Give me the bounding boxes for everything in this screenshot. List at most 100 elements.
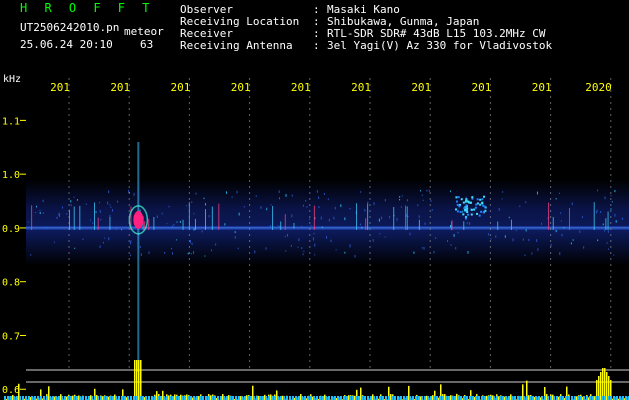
hist-base-bar bbox=[232, 396, 234, 400]
trace-mark bbox=[79, 205, 81, 230]
hist-base-bar bbox=[493, 396, 495, 400]
noise-speck bbox=[293, 222, 295, 226]
hist-base-bar bbox=[49, 396, 51, 400]
noise-speck bbox=[111, 209, 113, 212]
noise-speck bbox=[74, 247, 76, 249]
noise-speck bbox=[430, 199, 432, 202]
hist-base-bar bbox=[415, 396, 417, 400]
hist-base-bar bbox=[373, 396, 375, 400]
cluster-speck bbox=[480, 210, 483, 213]
noise-speck bbox=[367, 201, 369, 204]
noise-speck bbox=[30, 254, 32, 256]
noise-speck bbox=[613, 254, 615, 256]
noise-speck bbox=[611, 201, 613, 203]
noise-speck bbox=[130, 254, 132, 257]
hist-base-bar bbox=[247, 396, 249, 400]
hist-base-bar bbox=[589, 396, 591, 400]
hist-base-bar bbox=[409, 396, 411, 400]
noise-speck bbox=[512, 238, 514, 242]
cluster-speck bbox=[457, 196, 460, 199]
noise-speck bbox=[231, 196, 233, 198]
hist-base-bar bbox=[193, 396, 195, 400]
noise-speck bbox=[314, 254, 316, 256]
noise-speck bbox=[193, 228, 195, 231]
meteor-echo bbox=[133, 210, 144, 229]
hist-base-bar bbox=[61, 396, 63, 400]
cluster-speck bbox=[464, 208, 467, 211]
noise-speck bbox=[254, 250, 256, 254]
noise-speck bbox=[354, 254, 356, 258]
noise-speck bbox=[570, 242, 572, 245]
hist-base-bar bbox=[142, 396, 144, 400]
noise-speck bbox=[305, 199, 307, 202]
hist-base-bar bbox=[217, 396, 219, 400]
noise-speck bbox=[364, 209, 366, 212]
noise-speck bbox=[58, 212, 60, 216]
noise-speck bbox=[453, 234, 455, 237]
hist-base-bar bbox=[397, 396, 399, 400]
hist-base-bar bbox=[187, 396, 189, 400]
trace-mark bbox=[548, 202, 550, 230]
hist-base-bar bbox=[133, 396, 135, 400]
noise-speck bbox=[498, 207, 500, 211]
noise-speck bbox=[139, 246, 141, 249]
noise-speck bbox=[66, 213, 68, 215]
hist-base-bar bbox=[103, 396, 105, 400]
noise-speck bbox=[379, 233, 381, 235]
trace-mark bbox=[451, 220, 453, 230]
hist-base-bar bbox=[598, 396, 600, 400]
cluster-speck bbox=[456, 203, 459, 206]
noise-speck bbox=[108, 190, 110, 194]
hist-base-bar bbox=[121, 396, 123, 400]
hist-base-bar bbox=[310, 396, 312, 400]
hist-base-bar bbox=[229, 396, 231, 400]
hist-bar bbox=[134, 360, 136, 400]
noise-speck bbox=[327, 198, 329, 200]
hist-base-bar bbox=[67, 396, 69, 400]
hist-base-bar bbox=[298, 396, 300, 400]
noise-speck bbox=[189, 240, 191, 244]
noise-speck bbox=[560, 212, 562, 214]
noise-speck bbox=[409, 232, 411, 236]
hist-base-bar bbox=[124, 396, 126, 400]
hist-base-bar bbox=[349, 396, 351, 400]
hist-base-bar bbox=[517, 396, 519, 400]
noise-speck bbox=[309, 218, 311, 220]
hist-base-bar bbox=[475, 396, 477, 400]
noise-speck bbox=[270, 204, 272, 206]
trace-mark bbox=[211, 206, 213, 230]
trace-mark bbox=[204, 209, 206, 230]
hist-base-bar bbox=[496, 396, 498, 400]
hist-base-bar bbox=[421, 396, 423, 400]
hist-base-bar bbox=[592, 396, 594, 400]
hist-base-bar bbox=[25, 396, 27, 400]
noise-speck bbox=[76, 199, 78, 201]
cluster-speck bbox=[456, 210, 459, 213]
trace-mark bbox=[31, 205, 33, 230]
hist-base-bar bbox=[202, 396, 204, 400]
trace-mark bbox=[365, 218, 367, 230]
noise-speck bbox=[193, 250, 195, 254]
trace-mark bbox=[69, 209, 71, 230]
hist-base-bar bbox=[529, 396, 531, 400]
x-tick-label: 201 bbox=[291, 81, 311, 94]
hist-base-bar bbox=[364, 396, 366, 400]
cluster-speck bbox=[483, 195, 486, 198]
noise-speck bbox=[314, 243, 316, 247]
cluster-speck bbox=[475, 203, 478, 206]
hist-base-bar bbox=[7, 396, 9, 400]
hist-base-bar bbox=[79, 396, 81, 400]
hist-base-bar bbox=[568, 396, 570, 400]
noise-speck bbox=[237, 247, 239, 250]
noise-speck bbox=[572, 239, 574, 241]
hist-base-bar bbox=[304, 396, 306, 400]
hist-base-bar bbox=[64, 396, 66, 400]
noise-speck bbox=[537, 248, 539, 251]
hist-base-bar bbox=[109, 396, 111, 400]
noise-speck bbox=[614, 213, 616, 217]
hist-base-bar bbox=[253, 396, 255, 400]
meteor-count: 63 bbox=[140, 38, 154, 51]
hist-bar bbox=[606, 372, 608, 400]
hist-base-bar bbox=[430, 396, 432, 400]
hist-base-bar bbox=[220, 396, 222, 400]
